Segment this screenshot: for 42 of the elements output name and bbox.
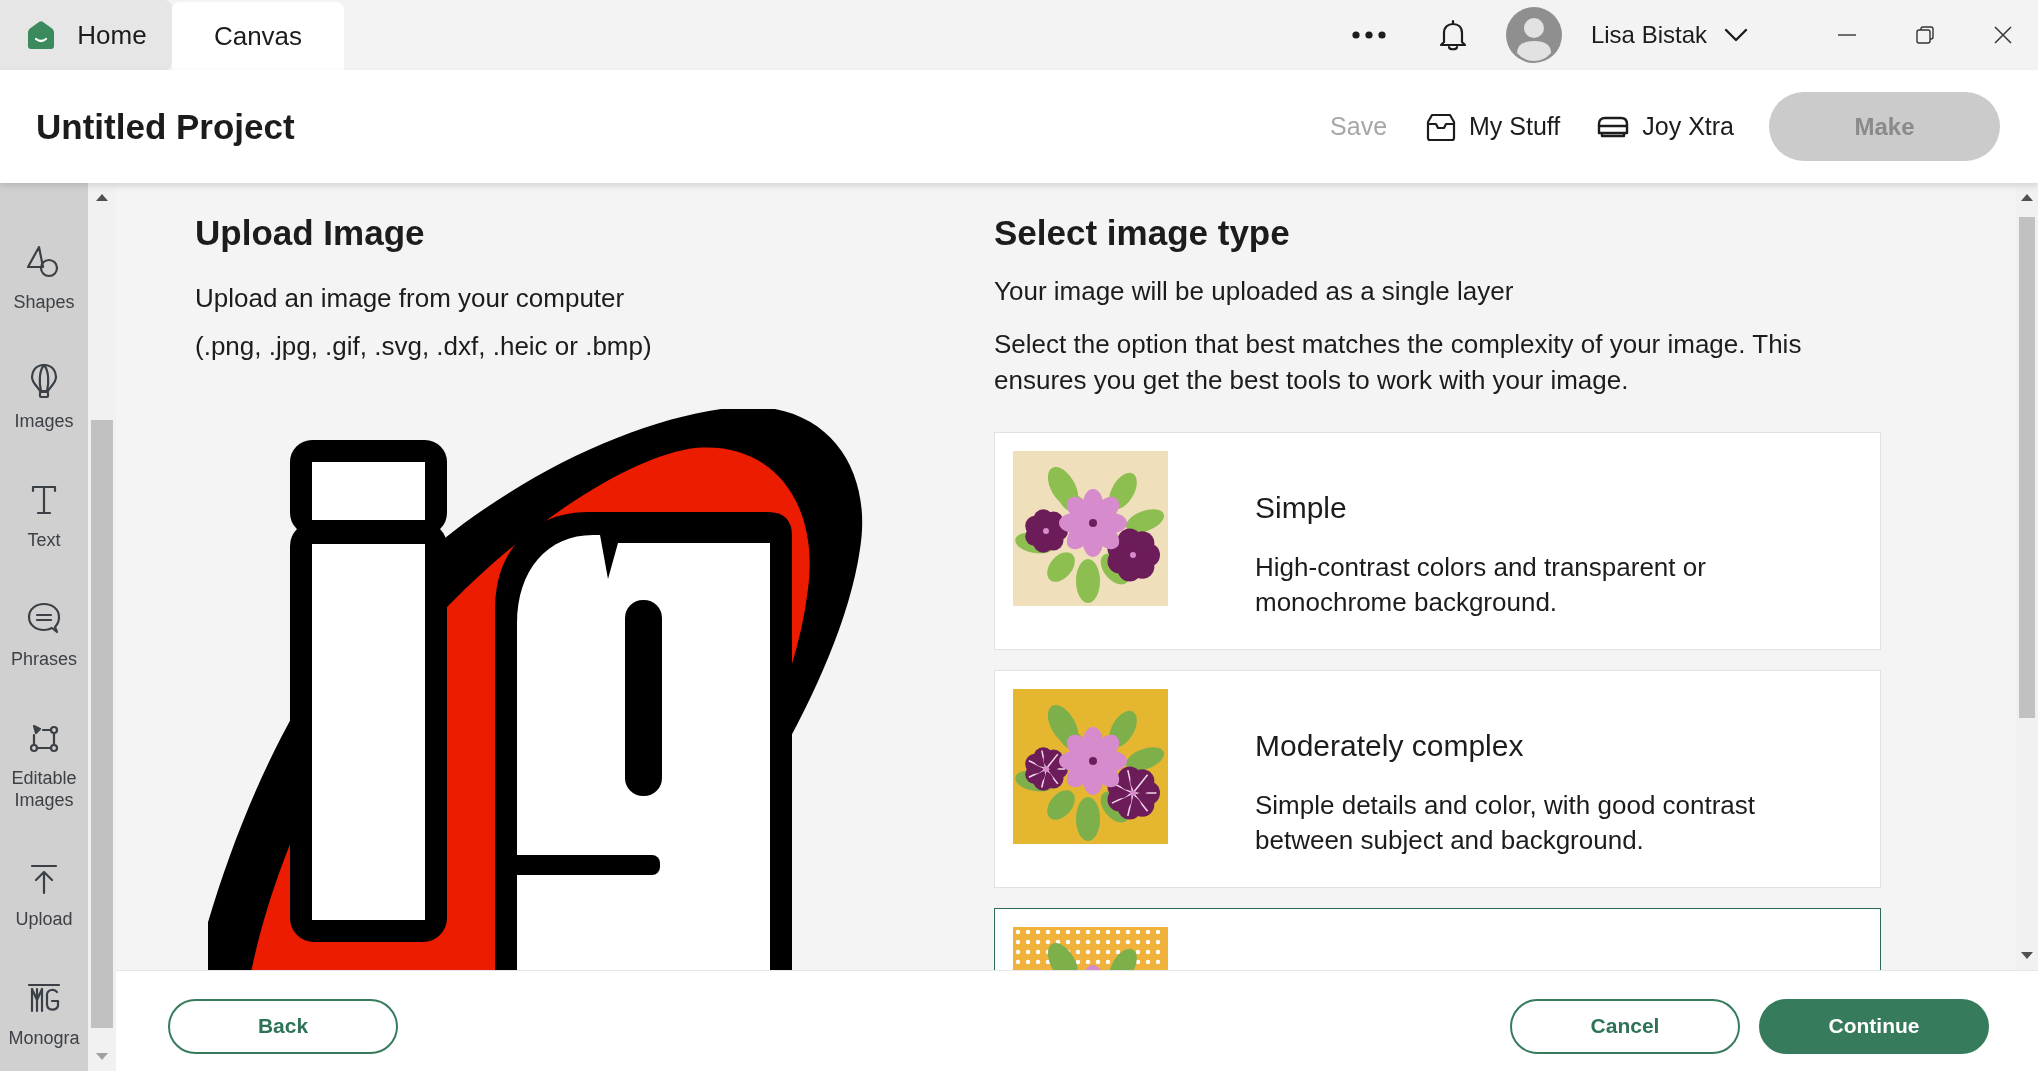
option-description: Simple details and color, with good contrast between subject and background. [1255,789,1757,857]
continue-button[interactable]: Continue [1759,998,1989,1054]
scrollbar-thumb[interactable] [2019,217,2035,718]
inbox-icon [1425,111,1458,142]
scroll-up-icon[interactable] [96,194,108,201]
bell-icon[interactable] [1437,18,1468,52]
close-icon[interactable] [1992,24,2014,46]
machine-button[interactable]: Joy Xtra [1596,112,1734,141]
instruction-text: Upload an image from your computer [195,282,626,315]
restore-icon[interactable] [1914,24,1936,46]
account-menu-button[interactable]: Lisa Bistak [1590,21,1748,49]
chevron-down-icon [1724,28,1748,42]
sidebar-item[interactable]: Images [0,361,88,432]
cancel-button[interactable]: Cancel [1510,998,1740,1054]
option-title: Moderately complex [1255,728,1525,764]
machine-icon [1596,114,1631,139]
sidebar-item[interactable]: Shapes [0,242,88,313]
image-type-option[interactable]: Moderately complex Simple details and color, with good contrast between subject and background. [994,670,1881,888]
scroll-up-icon[interactable] [2021,194,2033,201]
scroll-down-icon[interactable] [2021,952,2033,959]
avatar-icon[interactable] [1505,7,1562,63]
formats-text: (.png, .jpg, .gif, .svg, .dxf, .heic or .bmp) [195,330,653,363]
sidebar-item[interactable]: Text [0,480,88,551]
option-title: Simple [1255,490,1348,526]
section-heading: Upload Image [195,213,426,253]
description-text: Select the option that best matches the complexity of your image. This ensures you get the best tools to work with your image. [994,328,1803,397]
tab[interactable]: Canvas [172,2,344,70]
image-type-option[interactable]: Simple High-contrast colors and transparent or monochrome background. [994,432,1881,650]
back-button[interactable]: Back [168,998,398,1054]
more-icon[interactable] [1350,30,1387,40]
sidebar-item[interactable]: Phrases [0,599,88,670]
sidebar-item[interactable]: Monogra [0,978,88,1049]
sidebar-item[interactable]: Editable Images [0,718,88,811]
my-stuff-button[interactable]: My Stuff [1425,111,1561,142]
section-heading: Select image type [994,213,1291,253]
sidebar-item[interactable]: Upload [0,859,88,930]
option-description: High-contrast colors and transparent or monochrome background. [1255,551,1707,619]
scrollbar-thumb[interactable] [91,420,113,1028]
subtitle-text: Your image will be uploaded as a single layer [994,275,1515,307]
project-title: Untitled Project [36,106,295,147]
tab[interactable]: Home [0,0,172,70]
image-type-option[interactable] [994,908,1881,970]
